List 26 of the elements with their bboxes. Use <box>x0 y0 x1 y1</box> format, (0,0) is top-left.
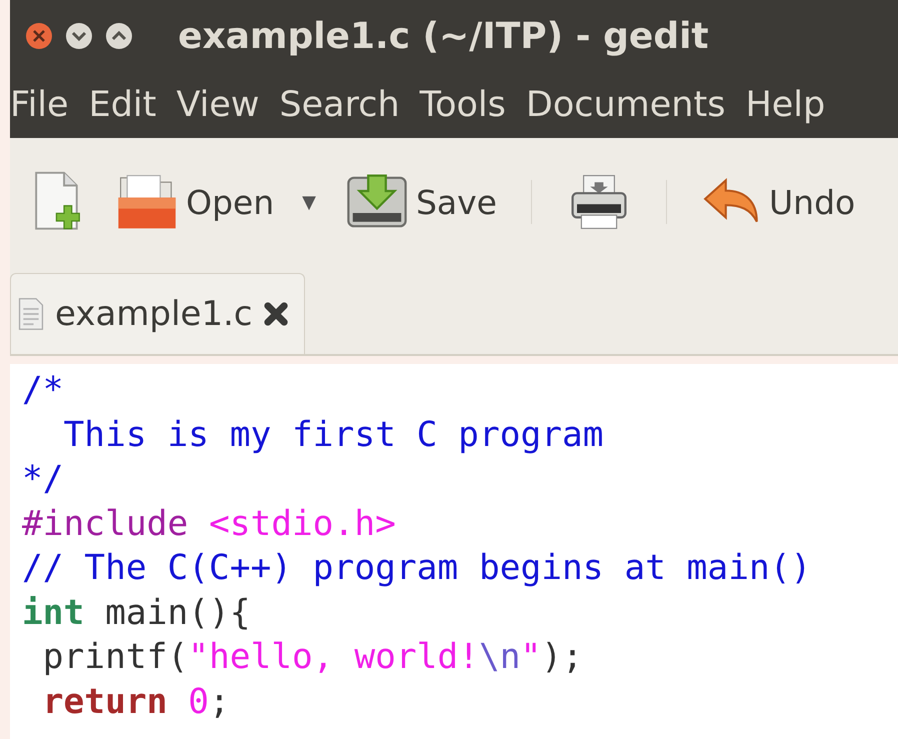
code-line: // The C(C++) program begins at main() <box>22 547 812 590</box>
code-line: */ <box>22 458 64 501</box>
dropdown-button[interactable]: ▼ <box>296 192 322 212</box>
menu-item[interactable]: Help <box>745 85 826 125</box>
code-line: /* <box>22 369 64 412</box>
text-file-icon <box>17 296 45 332</box>
code-line: This is my first C program <box>62 414 604 456</box>
code-line: int main(){ <box>22 592 250 634</box>
maximize-icon[interactable] <box>104 21 134 51</box>
close-icon[interactable] <box>262 300 290 328</box>
undo-button[interactable]: Undo <box>701 176 856 228</box>
menu-item[interactable]: Edit <box>88 85 156 125</box>
code-line: return 0; <box>42 680 230 724</box>
code-line: #include <stdio.h> <box>22 502 396 546</box>
save-button[interactable]: Save <box>344 169 497 235</box>
menu-item[interactable]: Documents <box>526 85 726 125</box>
document-tab[interactable]: example1.c <box>10 273 306 354</box>
menu-item[interactable]: File <box>10 85 69 125</box>
window-title: example1.c (~/ITP) - gedit <box>178 16 709 56</box>
code-line: printf("hello, world!\n"); <box>42 636 583 679</box>
text-editor[interactable]: /* This is my first C program */ #include <stdio.h> // The C(C++) program begins at main() int main(){ printf("hello, world!\n"); return 0; <box>10 364 898 739</box>
open-button[interactable]: Open <box>114 169 274 235</box>
menu-item[interactable]: View <box>176 85 260 125</box>
menu-item[interactable]: Tools <box>420 85 506 125</box>
menu-item[interactable]: Search <box>279 85 400 125</box>
minimize-icon[interactable] <box>64 21 94 51</box>
